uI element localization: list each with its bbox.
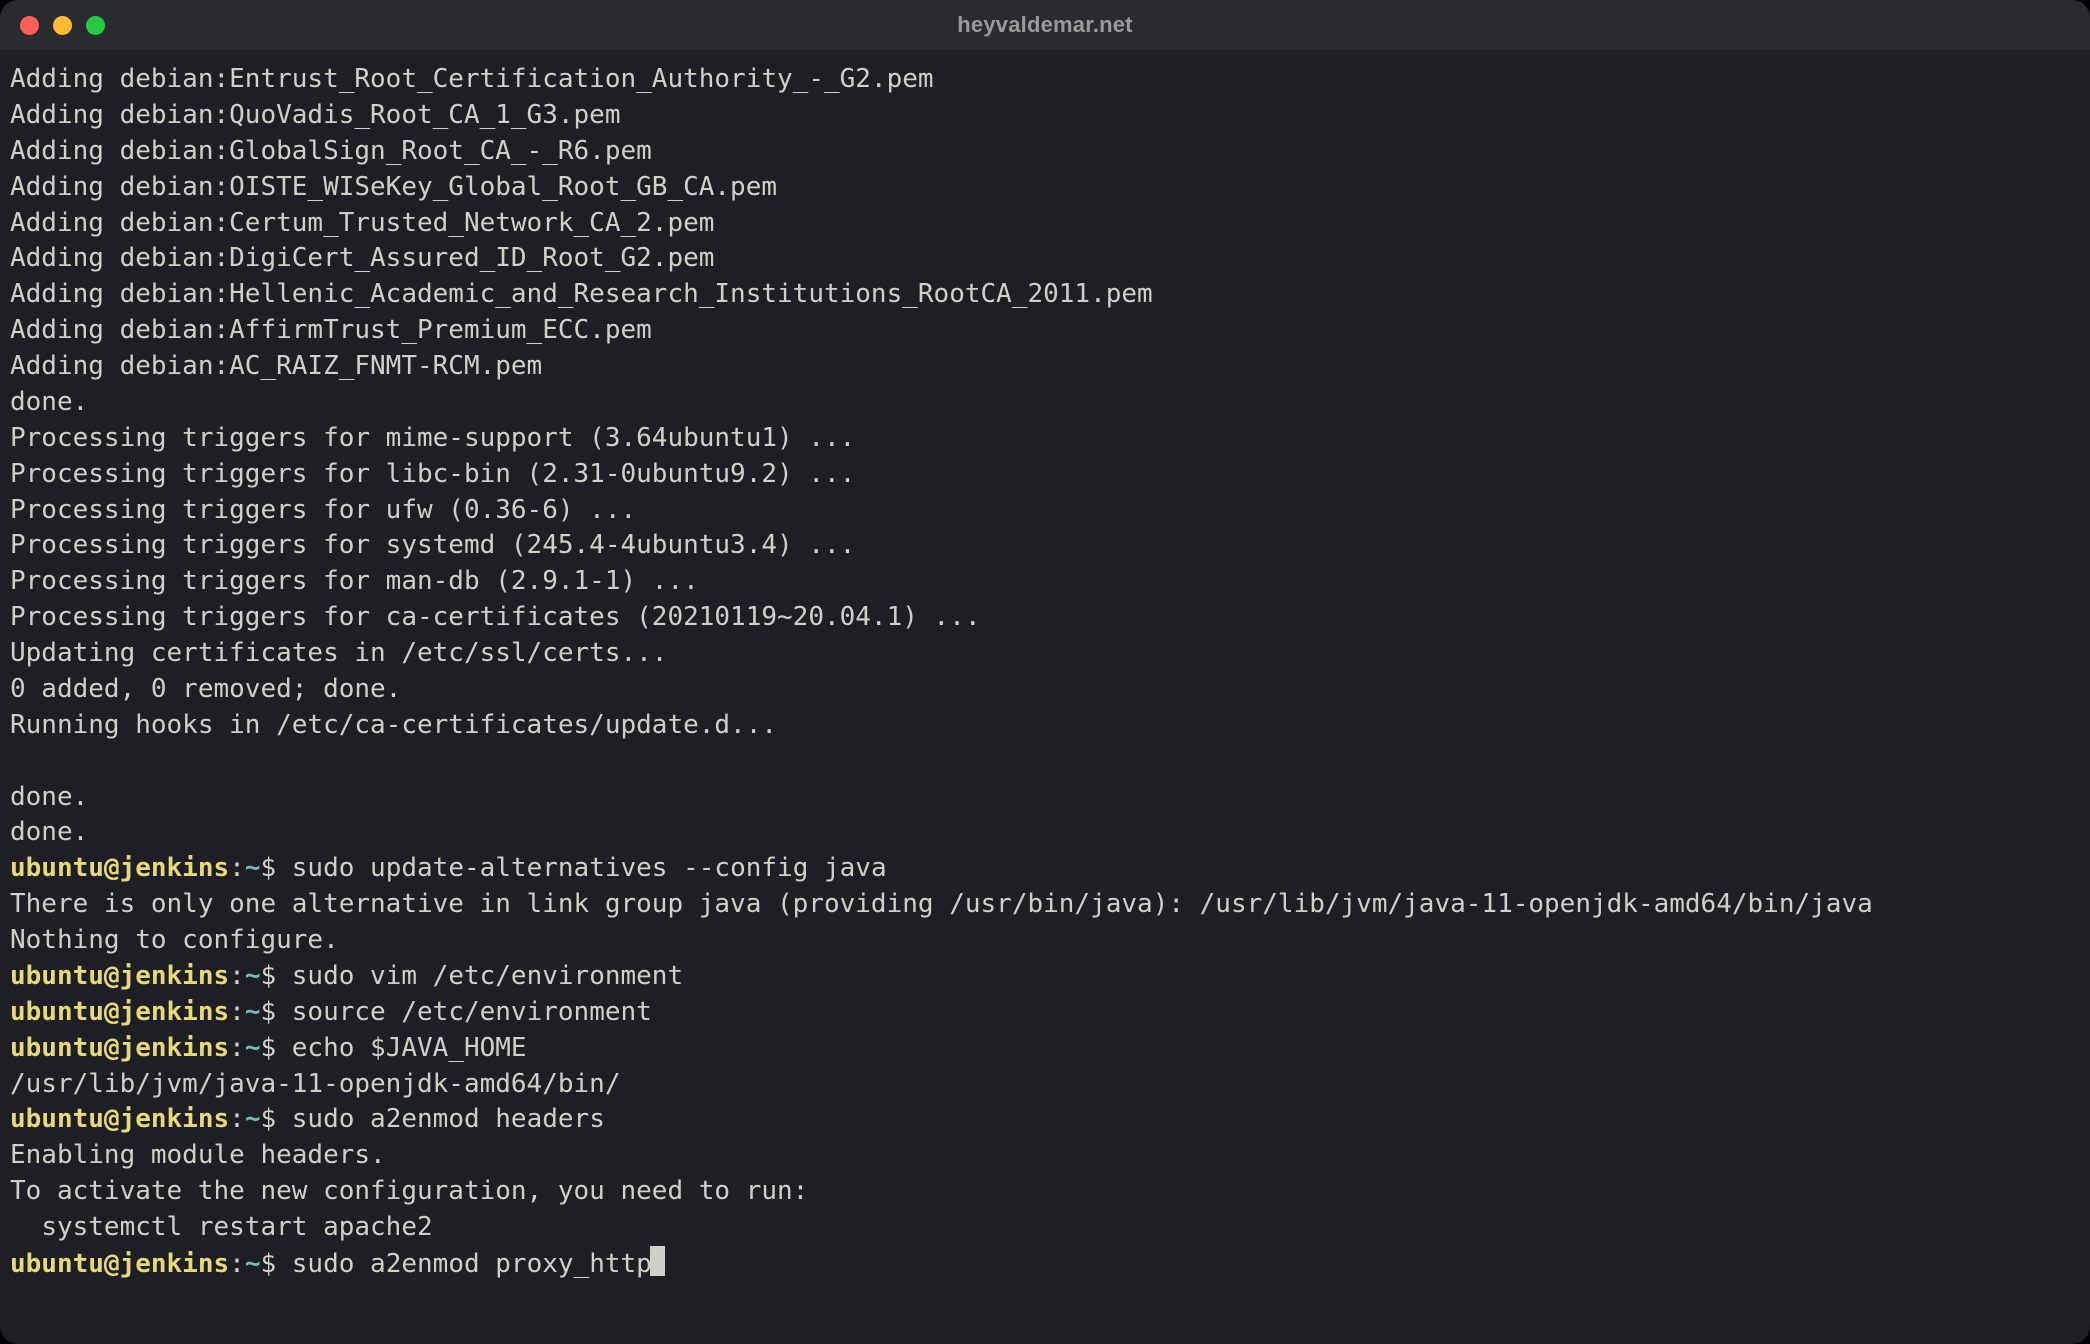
terminal-output-line: Nothing to configure. <box>10 923 2080 959</box>
window-title: heyvaldemar.net <box>0 10 2090 40</box>
terminal-output-line: Processing triggers for libc-bin (2.31-0… <box>10 457 2080 493</box>
terminal-output-line: To activate the new configuration, you n… <box>10 1174 2080 1210</box>
prompt-symbol: $ <box>260 1104 291 1134</box>
terminal-output-line: Enabling module headers. <box>10 1138 2080 1174</box>
terminal-output-line: Adding debian:Entrust_Root_Certification… <box>10 62 2080 98</box>
terminal-output-line: done. <box>10 815 2080 851</box>
prompt-path: ~ <box>245 1249 261 1279</box>
terminal-output-line: /usr/lib/jvm/java-11-openjdk-amd64/bin/ <box>10 1067 2080 1103</box>
terminal-prompt-line: ubuntu@jenkins:~$ source /etc/environmen… <box>10 995 2080 1031</box>
prompt-user-host: ubuntu@jenkins <box>10 961 229 991</box>
cursor-icon <box>650 1246 665 1276</box>
terminal-output-line: There is only one alternative in link gr… <box>10 887 2080 923</box>
terminal-output-line: Adding debian:QuoVadis_Root_CA_1_G3.pem <box>10 98 2080 134</box>
command-text: sudo a2enmod headers <box>292 1104 605 1134</box>
terminal-prompt-line: ubuntu@jenkins:~$ sudo a2enmod headers <box>10 1102 2080 1138</box>
prompt-path: ~ <box>245 961 261 991</box>
terminal-output-line: Processing triggers for ca-certificates … <box>10 600 2080 636</box>
terminal-output-line: Adding debian:AffirmTrust_Premium_ECC.pe… <box>10 313 2080 349</box>
zoom-icon[interactable] <box>86 16 105 35</box>
prompt-user-host: ubuntu@jenkins <box>10 1033 229 1063</box>
titlebar: heyvaldemar.net <box>0 0 2090 50</box>
prompt-colon: : <box>229 1104 245 1134</box>
terminal-output-line: Adding debian:GlobalSign_Root_CA_-_R6.pe… <box>10 134 2080 170</box>
command-text: sudo vim /etc/environment <box>292 961 683 991</box>
terminal-output-line: Processing triggers for man-db (2.9.1-1)… <box>10 564 2080 600</box>
terminal-output-line: Processing triggers for ufw (0.36-6) ... <box>10 493 2080 529</box>
prompt-colon: : <box>229 1249 245 1279</box>
terminal-prompt-line: ubuntu@jenkins:~$ echo $JAVA_HOME <box>10 1031 2080 1067</box>
command-text: sudo a2enmod proxy_http <box>292 1249 652 1279</box>
terminal-prompt-line: ubuntu@jenkins:~$ sudo update-alternativ… <box>10 851 2080 887</box>
prompt-colon: : <box>229 1033 245 1063</box>
terminal-output-line: Updating certificates in /etc/ssl/certs.… <box>10 636 2080 672</box>
terminal-output-line <box>10 744 2080 780</box>
terminal-output-line: done. <box>10 385 2080 421</box>
prompt-path: ~ <box>245 853 261 883</box>
terminal-output-line: Running hooks in /etc/ca-certificates/up… <box>10 708 2080 744</box>
terminal-output-line: Processing triggers for mime-support (3.… <box>10 421 2080 457</box>
prompt-colon: : <box>229 997 245 1027</box>
terminal-output-line: Adding debian:AC_RAIZ_FNMT-RCM.pem <box>10 349 2080 385</box>
prompt-user-host: ubuntu@jenkins <box>10 997 229 1027</box>
prompt-colon: : <box>229 853 245 883</box>
command-text: echo $JAVA_HOME <box>292 1033 527 1063</box>
prompt-user-host: ubuntu@jenkins <box>10 1249 229 1279</box>
command-text: source /etc/environment <box>292 997 652 1027</box>
terminal-output-line: 0 added, 0 removed; done. <box>10 672 2080 708</box>
prompt-user-host: ubuntu@jenkins <box>10 1104 229 1134</box>
prompt-path: ~ <box>245 997 261 1027</box>
prompt-symbol: $ <box>260 961 291 991</box>
terminal-window: heyvaldemar.net Adding debian:Entrust_Ro… <box>0 0 2090 1344</box>
prompt-symbol: $ <box>260 997 291 1027</box>
prompt-path: ~ <box>245 1104 261 1134</box>
prompt-user-host: ubuntu@jenkins <box>10 853 229 883</box>
terminal-output-line: Adding debian:Certum_Trusted_Network_CA_… <box>10 206 2080 242</box>
terminal-output-line: Adding debian:Hellenic_Academic_and_Rese… <box>10 277 2080 313</box>
prompt-path: ~ <box>245 1033 261 1063</box>
terminal-output-line: Processing triggers for systemd (245.4-4… <box>10 528 2080 564</box>
prompt-symbol: $ <box>260 1249 291 1279</box>
minimize-icon[interactable] <box>53 16 72 35</box>
terminal-body[interactable]: Adding debian:Entrust_Root_Certification… <box>0 50 2090 1344</box>
prompt-colon: : <box>229 961 245 991</box>
terminal-output-line: systemctl restart apache2 <box>10 1210 2080 1246</box>
terminal-prompt-line: ubuntu@jenkins:~$ sudo a2enmod proxy_htt… <box>10 1246 2080 1283</box>
terminal-output-line: done. <box>10 780 2080 816</box>
terminal-output-line: Adding debian:DigiCert_Assured_ID_Root_G… <box>10 241 2080 277</box>
terminal-output-line: Adding debian:OISTE_WISeKey_Global_Root_… <box>10 170 2080 206</box>
terminal-prompt-line: ubuntu@jenkins:~$ sudo vim /etc/environm… <box>10 959 2080 995</box>
command-text: sudo update-alternatives --config java <box>292 853 887 883</box>
close-icon[interactable] <box>20 16 39 35</box>
traffic-lights <box>20 16 105 35</box>
prompt-symbol: $ <box>260 1033 291 1063</box>
prompt-symbol: $ <box>260 853 291 883</box>
